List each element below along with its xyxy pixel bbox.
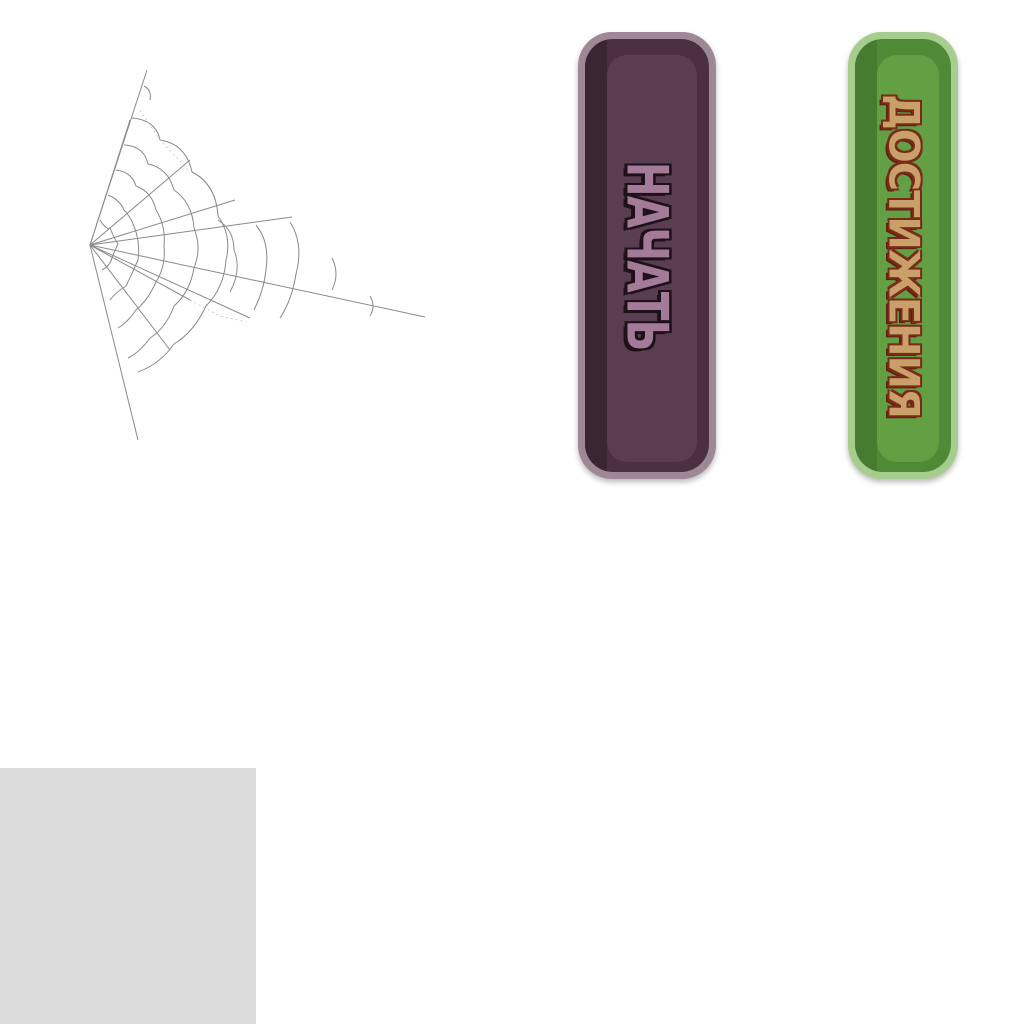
achievements-button[interactable]: ДОСТИЖЕНИЯ: [848, 32, 958, 479]
achievements-button-body: ДОСТИЖЕНИЯ: [855, 39, 951, 472]
placeholder-panel: [0, 768, 256, 1024]
start-button[interactable]: НАЧАТЬ: [578, 32, 716, 479]
achievements-button-shade: [855, 39, 877, 472]
achievements-button-label: ДОСТИЖЕНИЯ: [878, 93, 928, 418]
cobweb-icon: [89, 69, 426, 441]
game-menu-screen: НАЧАТЬ ДОСТИЖЕНИЯ: [0, 0, 1024, 1024]
start-button-body: НАЧАТЬ: [585, 39, 709, 472]
start-button-shade: [585, 39, 607, 472]
start-button-label: НАЧАТЬ: [613, 161, 681, 350]
